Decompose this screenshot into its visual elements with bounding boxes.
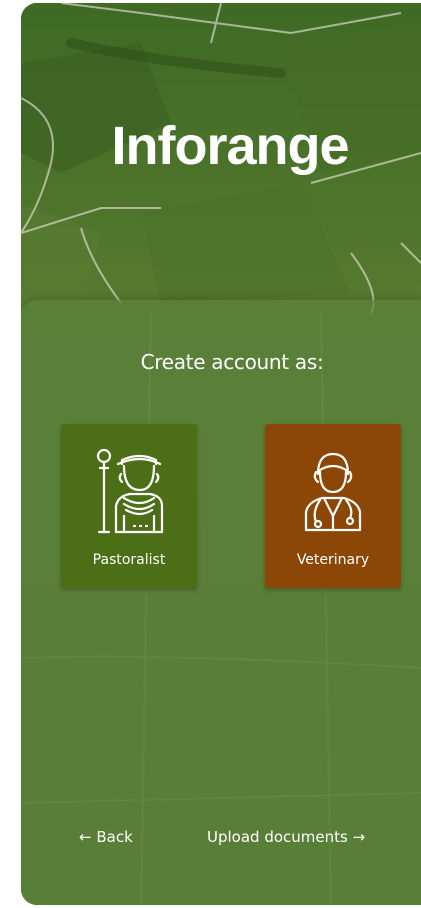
app-logo: Inforange	[111, 116, 349, 176]
account-type-panel: Create account as: Pastoralist Veterinar…	[21, 300, 421, 905]
upload-documents-button[interactable]: Upload documents →	[207, 828, 365, 846]
herder-icon	[96, 448, 164, 534]
back-button[interactable]: ← Back	[79, 828, 133, 846]
pastoralist-label: Pastoralist	[92, 552, 166, 568]
veterinary-role-button[interactable]: Veterinary	[265, 424, 401, 588]
back-label: Back	[96, 828, 133, 846]
arrow-left-icon: ←	[79, 828, 92, 846]
panel-title: Create account as:	[140, 350, 324, 374]
app-screen: Inforange Create account as: Pastoralist…	[21, 3, 421, 905]
arrow-right-icon: →	[352, 828, 366, 846]
pastoralist-role-button[interactable]: Pastoralist	[61, 424, 197, 588]
veterinary-label: Veterinary	[296, 552, 370, 568]
doctor-icon	[304, 452, 362, 532]
upload-documents-label: Upload documents	[207, 828, 348, 846]
